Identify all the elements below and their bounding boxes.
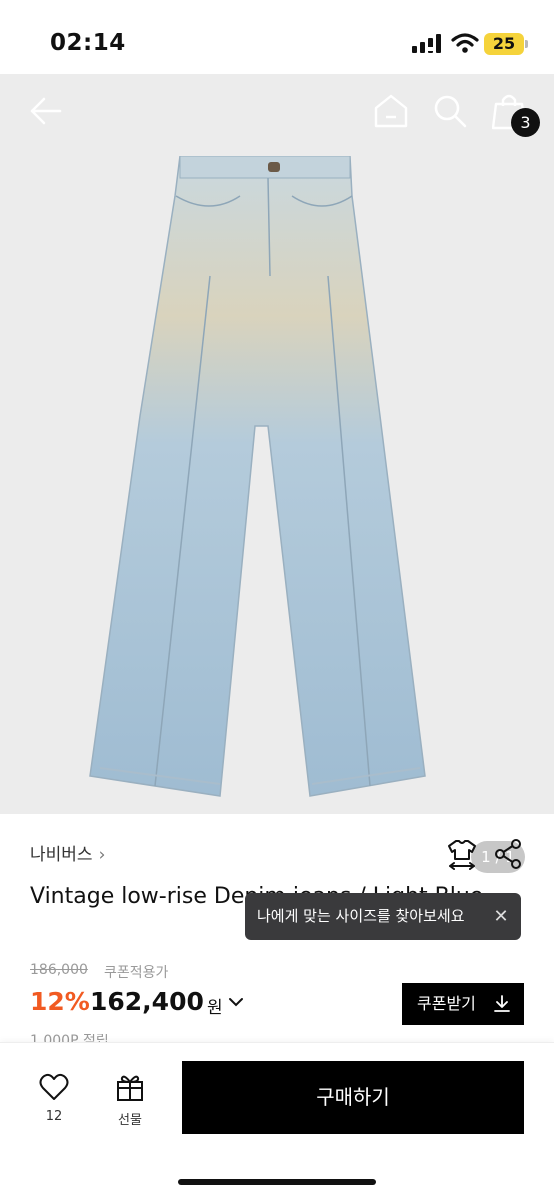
currency-label: 원 [207, 998, 223, 1018]
gift-icon [117, 1075, 143, 1101]
product-image[interactable]: 1 / 1 [0, 74, 554, 873]
sale-price[interactable]: 162,400 [90, 987, 204, 1016]
chevron-right-icon: › [98, 845, 106, 865]
coupon-price-note: 쿠폰적용가 [104, 965, 169, 981]
wifi-icon [451, 33, 479, 53]
back-icon[interactable] [28, 95, 62, 127]
status-bar: 02:14 25 [0, 0, 554, 74]
signal-icon [412, 34, 441, 53]
gift-label: 선물 [118, 1113, 142, 1128]
heart-icon [39, 1073, 69, 1100]
share-icon[interactable] [494, 838, 522, 870]
coupon-button-label: 쿠폰받기 [417, 994, 476, 1013]
buy-button[interactable]: 구매하기 [182, 1061, 524, 1134]
close-icon[interactable]: ✕ [491, 893, 511, 940]
gift-button[interactable]: 선물 [108, 1073, 152, 1129]
search-icon[interactable] [432, 93, 468, 129]
size-guide-icon[interactable] [446, 838, 478, 870]
download-icon [494, 995, 510, 1012]
battery-tip [525, 40, 528, 48]
like-button[interactable]: 12 [32, 1073, 76, 1129]
chevron-down-icon[interactable] [228, 995, 244, 1009]
home-indicator [178, 1179, 376, 1185]
battery-indicator: 25 [484, 33, 524, 55]
jeans-photo [89, 156, 426, 797]
brand-name: 나비버스 [30, 845, 93, 865]
points-info: 1,000P 적립 [30, 1034, 109, 1042]
like-count: 12 [45, 1109, 63, 1124]
cart-count-badge[interactable]: 3 [511, 108, 540, 137]
discount-rate: 12% [30, 987, 90, 1016]
status-time: 02:14 [50, 30, 126, 56]
size-tooltip: 나에게 맞는 사이즈를 찾아보세요 ✕ [245, 893, 521, 940]
brand-link[interactable]: 나비버스 › [30, 840, 105, 865]
original-price: 186,000 [30, 962, 88, 978]
home-icon[interactable] [373, 93, 409, 129]
tooltip-text: 나에게 맞는 사이즈를 찾아보세요 [257, 907, 465, 925]
coupon-download-button[interactable]: 쿠폰받기 [402, 983, 524, 1025]
